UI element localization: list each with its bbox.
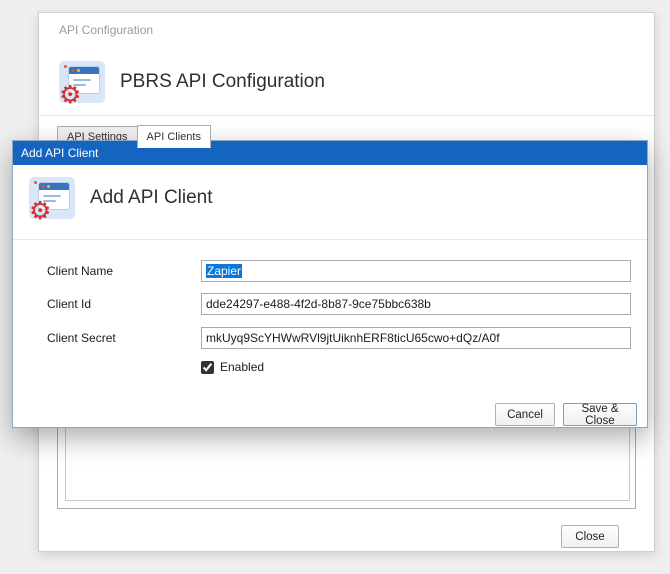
client-id-label: Client Id xyxy=(47,297,92,311)
pbrs-app-icon: ⚙ xyxy=(29,177,75,223)
header-separator xyxy=(39,115,654,116)
client-name-label: Client Name xyxy=(47,264,114,278)
window-header: ⚙ PBRS API Configuration xyxy=(59,61,325,107)
tab-api-clients[interactable]: API Clients xyxy=(136,125,211,148)
selected-text: Zapier xyxy=(206,264,243,278)
gear-icon: ⚙ xyxy=(59,80,82,109)
client-name-input[interactable]: Zapier xyxy=(201,260,631,282)
client-secret-row: Client Secret xyxy=(47,327,631,349)
dialog-title-text: Add API Client xyxy=(90,187,213,208)
decoration-dot xyxy=(34,181,37,184)
window-title: API Configuration xyxy=(59,23,154,37)
dialog-header-separator xyxy=(13,239,647,240)
client-id-input[interactable] xyxy=(201,293,631,315)
window-graphic-titlebar xyxy=(39,183,69,190)
client-name-row: Client Name Zapier xyxy=(47,260,631,282)
window-graphic-titlebar xyxy=(69,67,99,74)
cancel-button[interactable]: Cancel xyxy=(495,403,555,426)
save-and-close-button[interactable]: Save & Close xyxy=(563,403,637,427)
client-id-row: Client Id xyxy=(47,293,631,315)
close-button[interactable]: Close xyxy=(561,525,619,548)
decoration-dot xyxy=(64,65,67,68)
gear-icon: ⚙ xyxy=(29,196,52,225)
client-secret-input[interactable] xyxy=(201,327,631,349)
enabled-checkbox-row: Enabled xyxy=(201,360,264,374)
dialog-header: ⚙ Add API Client xyxy=(29,177,213,223)
page-title: PBRS API Configuration xyxy=(120,71,325,92)
dialog-titlebar[interactable]: Add API Client xyxy=(13,141,647,165)
enabled-checkbox[interactable] xyxy=(201,360,214,374)
pbrs-app-icon: ⚙ xyxy=(59,61,105,107)
dialog-footer: Cancel Save & Close xyxy=(495,403,637,427)
add-api-client-dialog: Add API Client ⚙ Add API Client Client N… xyxy=(12,140,648,428)
client-secret-label: Client Secret xyxy=(47,331,116,345)
enabled-label: Enabled xyxy=(220,360,265,374)
